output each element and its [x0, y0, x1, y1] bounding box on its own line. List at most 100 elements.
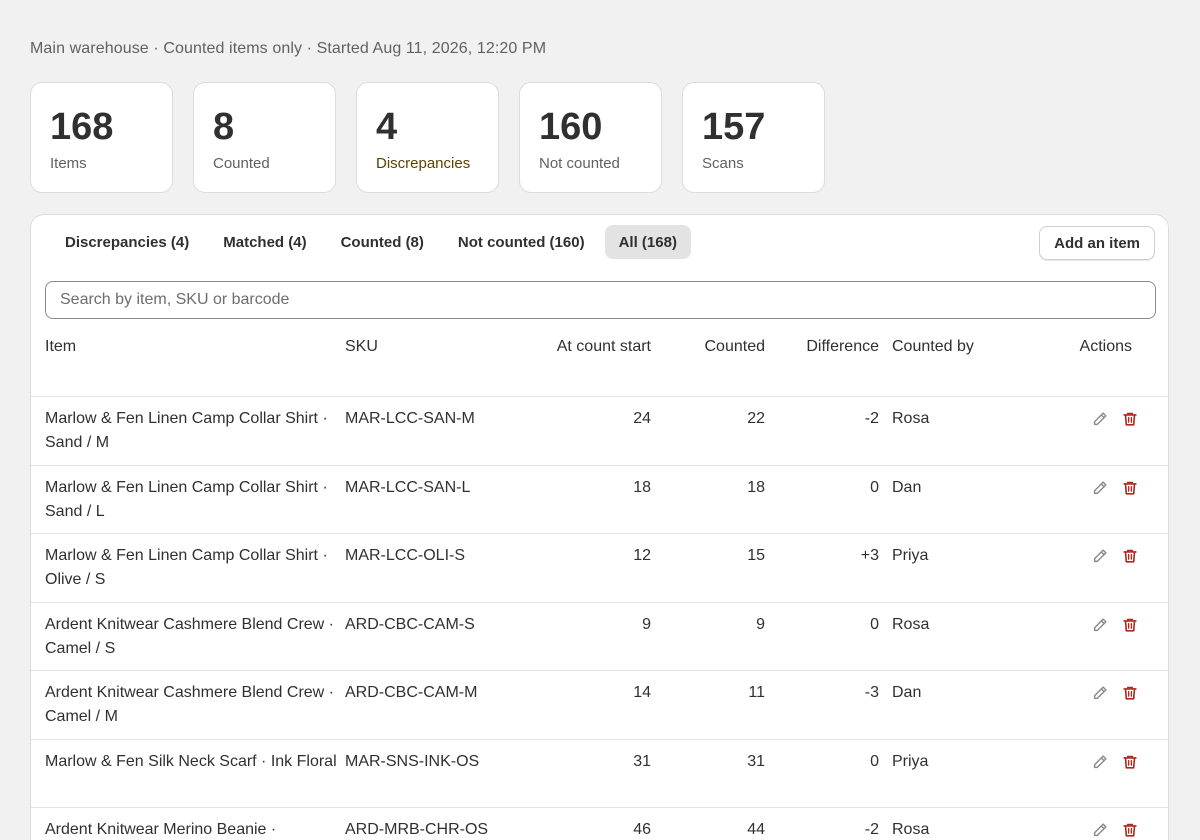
stat-value: 160 [539, 106, 603, 148]
cell-counted-by: Dan [892, 478, 922, 496]
cell-at-count-start: 9 [642, 615, 651, 633]
pencil-icon[interactable] [1090, 478, 1110, 498]
cell-sku: MAR-LCC-SAN-M [345, 410, 475, 427]
row-actions [1090, 615, 1140, 635]
tab-matched[interactable]: Matched (4) [209, 225, 320, 259]
cell-counted-by: Priya [892, 752, 929, 770]
header-actions: Actions [1079, 338, 1132, 355]
table-row[interactable]: Ardent Knitwear Cashmere Blend Crew · Ca… [31, 671, 1168, 740]
cell-counted: 22 [747, 410, 765, 427]
pencil-icon[interactable] [1090, 683, 1110, 703]
cell-counted-by: Rosa [892, 410, 930, 427]
cell-item: Marlow & Fen Silk Neck Scarf · Ink Flora… [45, 752, 337, 770]
cell-counted: 44 [747, 821, 765, 838]
cell-at-count-start: 12 [633, 547, 651, 564]
trash-icon[interactable] [1120, 478, 1140, 498]
stat-label: Items [50, 155, 87, 172]
table-row[interactable]: Marlow & Fen Silk Neck Scarf · Ink Flora… [31, 740, 1168, 808]
tab-counted[interactable]: Counted (8) [327, 225, 438, 259]
trash-icon[interactable] [1120, 546, 1140, 566]
trash-icon[interactable] [1120, 615, 1140, 635]
row-actions [1090, 820, 1140, 840]
cell-difference: 0 [870, 478, 879, 496]
stats-row: 168 Items 8 Counted 4 Discrepancies 160 … [30, 82, 825, 193]
table-row[interactable]: Marlow & Fen Linen Camp Collar Shirt · O… [31, 534, 1168, 603]
cell-item: Ardent Knitwear Cashmere Blend Crew · Ca… [45, 684, 335, 725]
cell-at-count-start: 24 [633, 410, 651, 427]
pencil-icon[interactable] [1090, 752, 1110, 772]
pencil-icon[interactable] [1090, 615, 1110, 635]
cell-sku: MAR-LCC-OLI-S [345, 547, 466, 564]
table-row[interactable]: Ardent Knitwear Cashmere Blend Crew · Ca… [31, 603, 1168, 671]
row-actions [1090, 752, 1140, 772]
row-actions [1090, 546, 1140, 566]
stat-scans: 157 Scans [682, 82, 825, 193]
cell-counted: 9 [756, 615, 765, 633]
cell-sku: ARD-CBC-CAM-M [345, 684, 478, 701]
add-item-button[interactable]: Add an item [1039, 226, 1155, 260]
cell-sku: ARD-MRB-CHR-OS [345, 821, 489, 838]
table-row[interactable]: Marlow & Fen Linen Camp Collar Shirt · S… [31, 466, 1168, 534]
header-sku: SKU [345, 338, 378, 355]
search-input[interactable] [45, 281, 1156, 319]
stat-value: 157 [702, 106, 766, 148]
cell-item: Marlow & Fen Linen Camp Collar Shirt · S… [45, 410, 328, 451]
cell-counted: 15 [747, 547, 765, 564]
filter-tabs: Discrepancies (4) Matched (4) Counted (8… [51, 225, 691, 259]
tab-all[interactable]: All (168) [604, 225, 691, 259]
header-difference: Difference [806, 338, 879, 355]
tab-not-counted[interactable]: Not counted (160) [444, 225, 599, 259]
tab-discrepancies[interactable]: Discrepancies (4) [51, 225, 203, 259]
cell-counted-by: Dan [892, 684, 922, 701]
pencil-icon[interactable] [1090, 409, 1110, 429]
cell-counted-by: Rosa [892, 615, 930, 633]
cell-item: Marlow & Fen Linen Camp Collar Shirt · O… [45, 547, 328, 588]
cell-difference: 0 [870, 615, 879, 633]
stat-label: Scans [702, 155, 744, 172]
stat-value: 8 [213, 106, 235, 148]
cell-at-count-start: 18 [633, 478, 651, 496]
table-header: Item SKU At count start Counted Differen… [31, 335, 1168, 397]
stat-label: Counted [213, 155, 270, 172]
stat-items: 168 Items [30, 82, 173, 193]
header-counted-by: Counted by [892, 338, 974, 355]
row-actions [1090, 683, 1140, 703]
cell-sku: ARD-CBC-CAM-S [345, 615, 475, 633]
stat-value: 168 [50, 106, 114, 148]
cell-at-count-start: 31 [633, 752, 651, 770]
cell-counted: 11 [748, 684, 765, 701]
cell-item: Ardent Knitwear Cashmere Blend Crew · Ca… [45, 615, 335, 657]
stat-not-counted: 160 Not counted [519, 82, 662, 193]
row-actions [1090, 478, 1140, 498]
cell-counted: 18 [747, 478, 765, 496]
cell-difference: -2 [864, 410, 879, 427]
cell-counted-by: Rosa [892, 821, 930, 838]
stat-label: Not counted [539, 155, 620, 172]
pencil-icon[interactable] [1090, 820, 1110, 840]
table-row[interactable]: Marlow & Fen Linen Camp Collar Shirt · S… [31, 397, 1168, 466]
cell-difference: -3 [864, 684, 879, 701]
cell-item: Marlow & Fen Linen Camp Collar Shirt · S… [45, 478, 328, 520]
cell-item: Ardent Knitwear Merino Beanie · [45, 821, 277, 838]
count-subtitle: Main warehouse · Counted items only · St… [30, 40, 547, 57]
cell-sku: MAR-LCC-SAN-L [345, 478, 471, 496]
trash-icon[interactable] [1120, 683, 1140, 703]
trash-icon[interactable] [1120, 409, 1140, 429]
row-actions [1090, 409, 1140, 429]
cell-at-count-start: 14 [633, 684, 651, 701]
trash-icon[interactable] [1120, 752, 1140, 772]
count-items-card: Discrepancies (4) Matched (4) Counted (8… [30, 214, 1169, 840]
header-at-count-start: At count start [556, 338, 651, 355]
cell-counted: 31 [747, 752, 765, 770]
stat-counted: 8 Counted [193, 82, 336, 193]
table-body: Marlow & Fen Linen Camp Collar Shirt · S… [31, 397, 1168, 840]
cell-difference: +3 [860, 547, 879, 564]
cell-at-count-start: 46 [633, 821, 651, 838]
stat-value: 4 [376, 106, 398, 148]
cell-difference: -2 [864, 821, 879, 838]
stat-label: Discrepancies [376, 155, 471, 172]
stat-discrepancies: 4 Discrepancies [356, 82, 499, 193]
trash-icon[interactable] [1120, 820, 1140, 840]
table-row[interactable]: Ardent Knitwear Merino Beanie · ARD-MRB-C… [31, 808, 1168, 840]
pencil-icon[interactable] [1090, 546, 1110, 566]
